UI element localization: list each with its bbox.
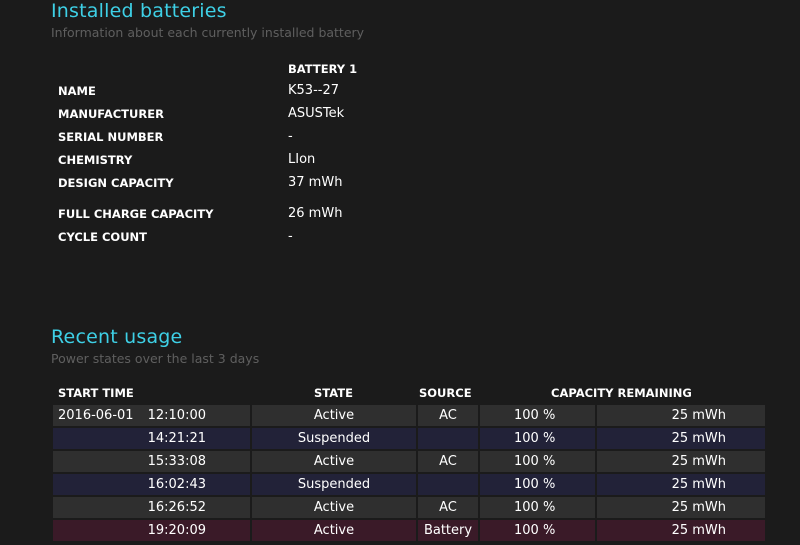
capacity-percent-cell: 100 %: [480, 405, 595, 426]
start-date: 2016-06-01: [58, 408, 134, 423]
battery-row-chemistry: CHEMISTRY LIon: [0, 150, 800, 170]
table-row: 2016-06-01 12:10:00 Active AC 100 % 25 m…: [53, 405, 765, 426]
source-cell: AC: [418, 497, 478, 518]
installed-batteries-title: Installed batteries: [51, 0, 227, 22]
battery-value: 26 mWh: [288, 206, 343, 221]
battery-value: LIon: [288, 152, 316, 167]
table-row: 16:02:43 Suspended 100 % 25 mWh: [53, 474, 765, 495]
start-clock: 19:20:09: [147, 523, 206, 538]
start-clock: 14:21:21: [147, 431, 206, 446]
state-cell: Suspended: [252, 428, 416, 449]
battery-value: -: [288, 229, 293, 244]
capacity-mwh-cell: 25 mWh: [597, 520, 765, 541]
state-cell: Active: [252, 405, 416, 426]
source-cell: Battery: [418, 520, 478, 541]
battery-value: -: [288, 129, 293, 144]
capacity-mwh-cell: 25 mWh: [597, 451, 765, 472]
battery-value: ASUSTek: [288, 106, 345, 121]
state-cell: Active: [252, 451, 416, 472]
battery-label: SERIAL NUMBER: [58, 130, 164, 144]
table-row: 15:33:08 Active AC 100 % 25 mWh: [53, 451, 765, 472]
battery-row-serial-number: SERIAL NUMBER -: [0, 127, 800, 147]
column-header-state: STATE: [314, 386, 353, 400]
capacity-mwh-cell: 25 mWh: [597, 405, 765, 426]
battery-row-name: NAME K53--27: [0, 81, 800, 101]
battery-label: DESIGN CAPACITY: [58, 176, 174, 190]
state-cell: Active: [252, 520, 416, 541]
source-cell: [418, 474, 478, 495]
battery-row-cycle-count: CYCLE COUNT -: [0, 227, 800, 247]
capacity-percent-cell: 100 %: [480, 497, 595, 518]
battery-report-page: Installed batteries Information about ea…: [0, 0, 800, 545]
battery-value: 37 mWh: [288, 175, 343, 190]
start-time-cell: 16:02:43: [53, 474, 250, 495]
column-header-start-time: START TIME: [58, 386, 134, 400]
start-clock: 16:02:43: [147, 477, 206, 492]
start-clock: 16:26:52: [147, 500, 206, 515]
table-row: 14:21:21 Suspended 100 % 25 mWh: [53, 428, 765, 449]
battery-label: FULL CHARGE CAPACITY: [58, 207, 214, 221]
start-time-cell: 2016-06-01 12:10:00: [53, 405, 250, 426]
start-clock: 15:33:08: [147, 454, 206, 469]
table-row: 19:20:09 Active Battery 100 % 25 mWh: [53, 520, 765, 541]
recent-usage-subtitle: Power states over the last 3 days: [51, 351, 260, 366]
state-cell: Suspended: [252, 474, 416, 495]
source-cell: [418, 428, 478, 449]
battery-row-design-capacity: DESIGN CAPACITY 37 mWh: [0, 173, 800, 193]
start-clock: 12:10:00: [147, 408, 206, 423]
start-time-cell: 16:26:52: [53, 497, 250, 518]
capacity-percent-cell: 100 %: [480, 451, 595, 472]
source-cell: AC: [418, 405, 478, 426]
column-header-source: SOURCE: [419, 386, 472, 400]
table-row: 16:26:52 Active AC 100 % 25 mWh: [53, 497, 765, 518]
capacity-percent-cell: 100 %: [480, 428, 595, 449]
capacity-mwh-cell: 25 mWh: [597, 497, 765, 518]
battery-row-full-charge-capacity: FULL CHARGE CAPACITY 26 mWh: [0, 204, 800, 224]
battery-label: NAME: [58, 84, 96, 98]
state-cell: Active: [252, 497, 416, 518]
battery-column-header: BATTERY 1: [288, 62, 358, 76]
column-header-capacity-remaining: CAPACITY REMAINING: [551, 386, 692, 400]
recent-usage-title: Recent usage: [51, 326, 183, 348]
capacity-percent-cell: 100 %: [480, 474, 595, 495]
capacity-mwh-cell: 25 mWh: [597, 474, 765, 495]
battery-label: MANUFACTURER: [58, 107, 164, 121]
start-time-cell: 15:33:08: [53, 451, 250, 472]
start-time-cell: 14:21:21: [53, 428, 250, 449]
battery-label: CYCLE COUNT: [58, 230, 148, 244]
capacity-mwh-cell: 25 mWh: [597, 428, 765, 449]
battery-value: K53--27: [288, 83, 339, 98]
start-time-cell: 19:20:09: [53, 520, 250, 541]
source-cell: AC: [418, 451, 478, 472]
capacity-percent-cell: 100 %: [480, 520, 595, 541]
installed-batteries-subtitle: Information about each currently install…: [51, 25, 365, 40]
battery-row-manufacturer: MANUFACTURER ASUSTek: [0, 104, 800, 124]
battery-label: CHEMISTRY: [58, 153, 133, 167]
